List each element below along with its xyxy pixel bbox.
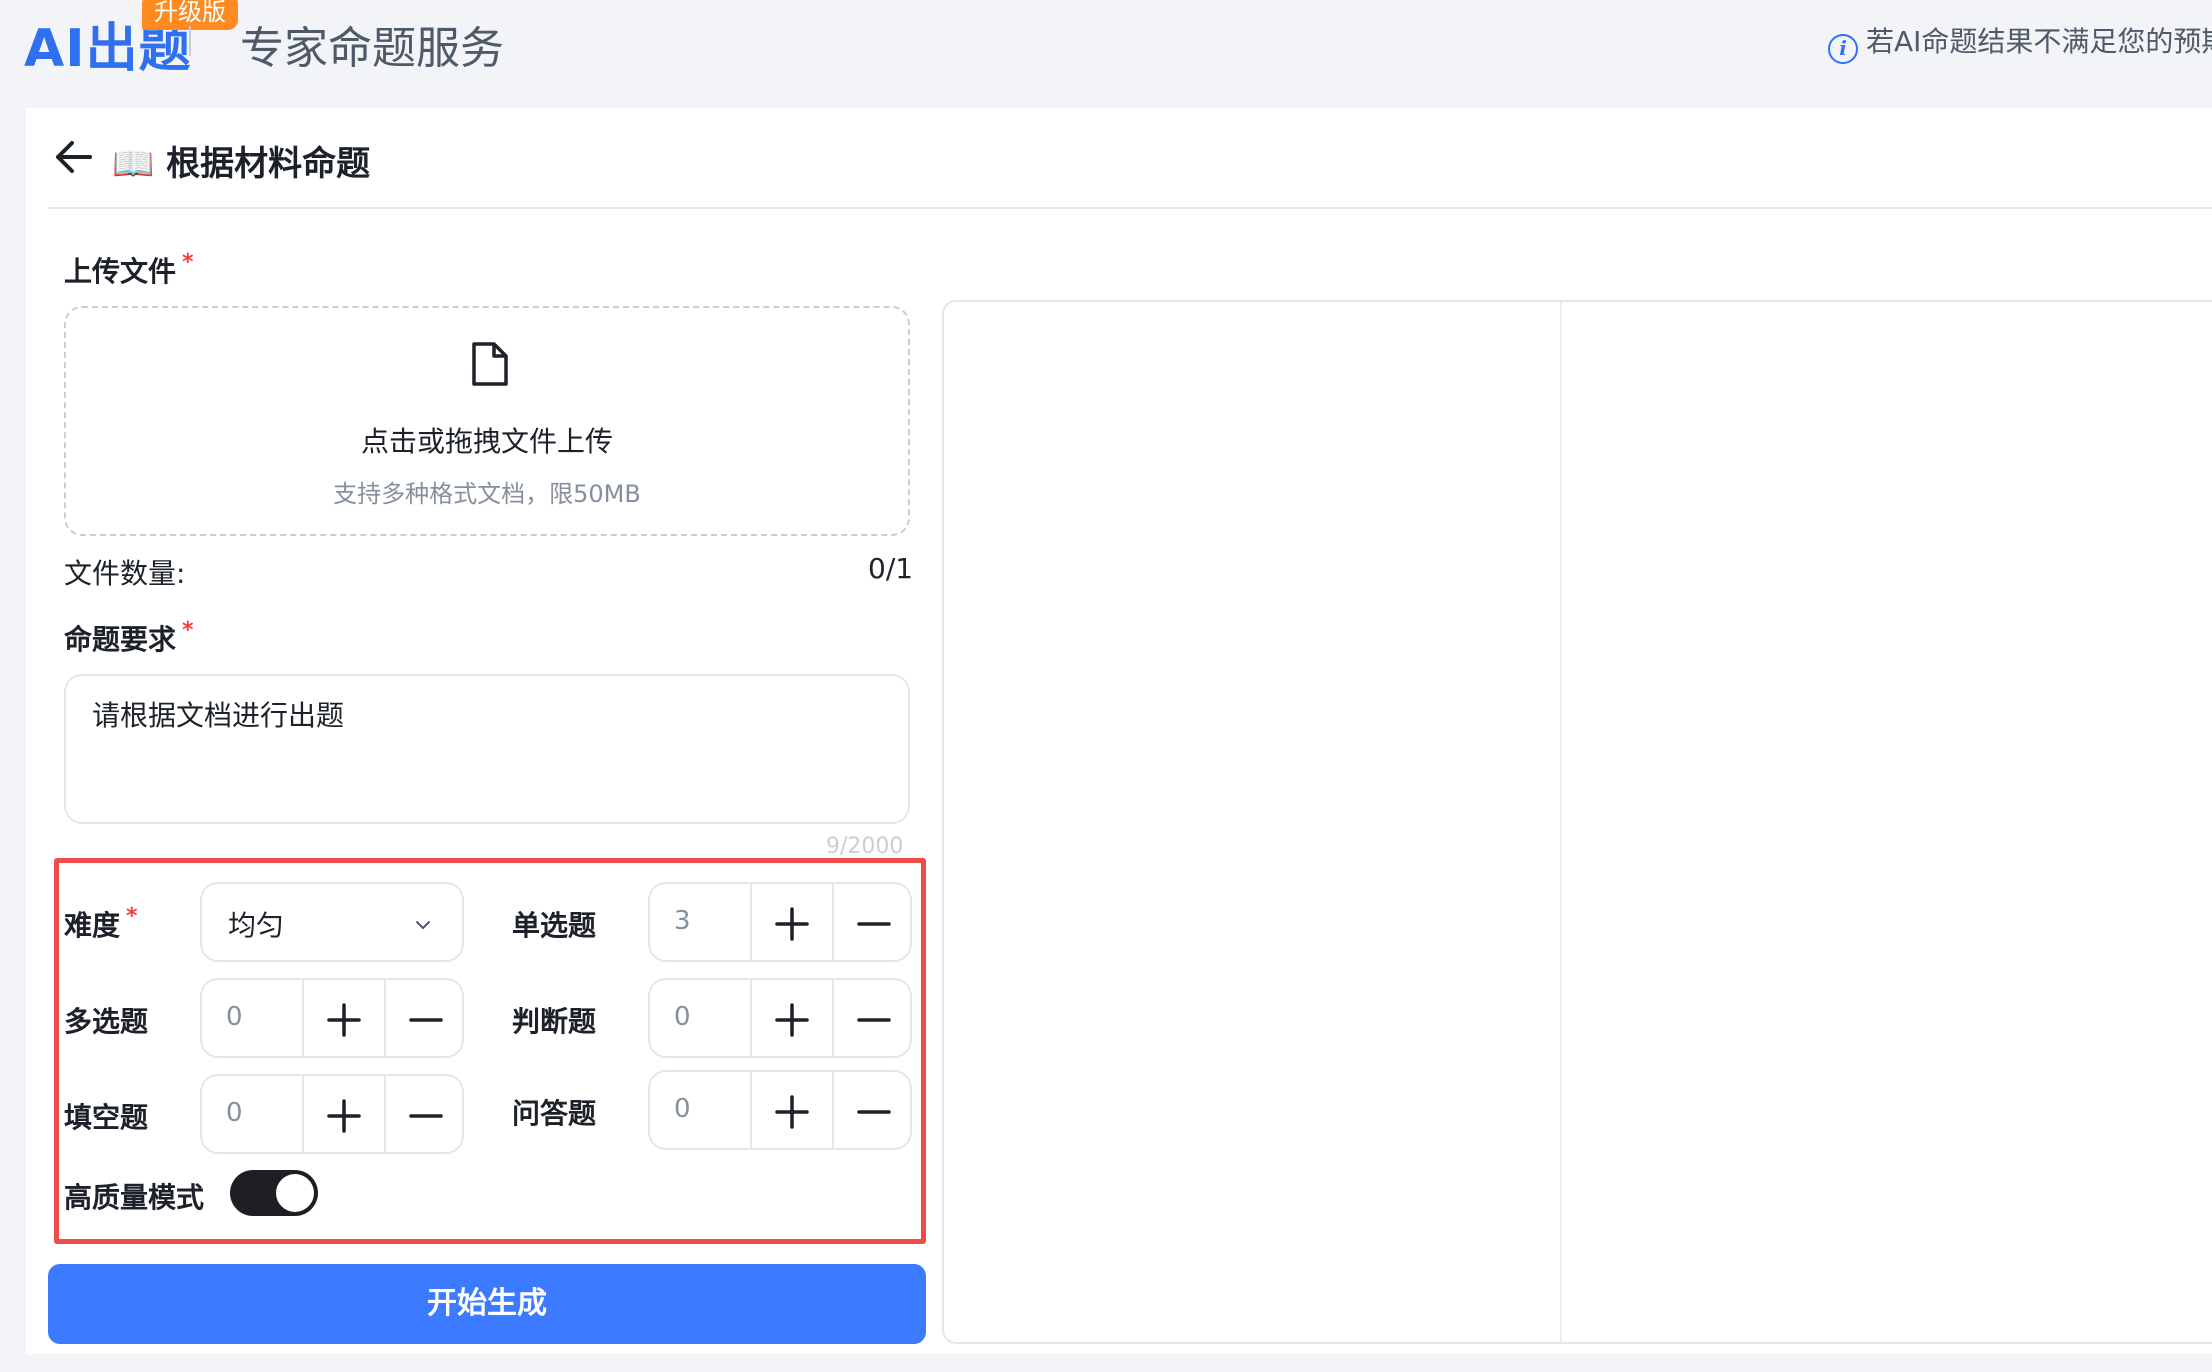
notice-text: 若AI命题结果不满足您的预期 (1866, 25, 2212, 58)
fill-blank-stepper[interactable]: 0 (200, 1074, 464, 1154)
page-title: 📖 根据材料命题 (112, 144, 371, 184)
fill-blank-label: 填空题 (64, 1101, 149, 1134)
high-quality-toggle[interactable] (230, 1170, 318, 1216)
file-upload-dropzone[interactable]: 点击或拖拽文件上传 支持多种格式文档，限50MB (64, 306, 910, 536)
qa-value: 0 (674, 1094, 691, 1124)
title-divider (48, 207, 2212, 209)
high-quality-label: 高质量模式 (64, 1181, 205, 1214)
header-divider (189, 26, 191, 56)
increment-button[interactable] (752, 1072, 832, 1148)
true-false-value: 0 (674, 1002, 691, 1032)
notice-banner[interactable]: i 若AI命题结果不满足您的预期 (1828, 20, 2212, 64)
plus-icon (775, 1095, 809, 1129)
minus-icon (409, 1114, 443, 1118)
preview-divider (1560, 302, 1562, 1342)
qa-label: 问答题 (512, 1097, 597, 1130)
decrement-button[interactable] (386, 1076, 466, 1152)
upload-hint-text: 支持多种格式文档，限50MB (333, 480, 641, 508)
toggle-knob (276, 1174, 314, 1212)
plus-icon (327, 1099, 361, 1133)
upload-label: 上传文件 * (64, 250, 194, 288)
decrement-button[interactable] (834, 980, 914, 1056)
expert-service-link[interactable]: 专家命题服务 (240, 12, 504, 76)
file-count-label: 文件数量: (64, 557, 186, 590)
requirement-label: 命题要求 * (64, 618, 194, 656)
minus-icon (857, 1018, 891, 1022)
decrement-button[interactable] (386, 980, 466, 1056)
plus-icon (327, 1003, 361, 1037)
generate-button[interactable]: 开始生成 (48, 1264, 926, 1344)
minus-icon (409, 1018, 443, 1022)
single-choice-label: 单选题 (512, 909, 597, 942)
increment-button[interactable] (304, 1076, 384, 1152)
plus-icon (775, 1003, 809, 1037)
fill-blank-value: 0 (226, 1098, 243, 1128)
increment-button[interactable] (752, 884, 832, 960)
char-count: 9/2000 (826, 834, 904, 859)
chevron-down-icon (416, 921, 430, 929)
difficulty-select[interactable]: 均匀 (200, 882, 464, 962)
multi-choice-value: 0 (226, 1002, 243, 1032)
increment-button[interactable] (752, 980, 832, 1056)
difficulty-value: 均匀 (228, 909, 285, 942)
true-false-stepper[interactable]: 0 (648, 978, 912, 1058)
single-choice-value: 3 (674, 906, 691, 936)
plus-icon (775, 907, 809, 941)
minus-icon (857, 922, 891, 926)
decrement-button[interactable] (834, 884, 914, 960)
difficulty-label: 难度 * (64, 904, 138, 942)
true-false-label: 判断题 (512, 1005, 597, 1038)
file-icon (472, 342, 508, 386)
multi-choice-label: 多选题 (64, 1005, 149, 1038)
requirement-textarea[interactable]: 请根据文档进行出题 (64, 674, 910, 824)
minus-icon (857, 1110, 891, 1114)
required-mark: * (126, 904, 138, 929)
required-mark: * (182, 250, 194, 275)
arrow-left-icon[interactable] (52, 136, 94, 178)
file-count-value: 0/1 (868, 552, 914, 585)
multi-choice-stepper[interactable]: 0 (200, 978, 464, 1058)
increment-button[interactable] (304, 980, 384, 1056)
qa-stepper[interactable]: 0 (648, 1070, 912, 1150)
required-mark: * (182, 618, 194, 643)
single-choice-stepper[interactable]: 3 (648, 882, 912, 962)
upload-main-text: 点击或拖拽文件上传 (360, 425, 613, 458)
preview-area (942, 300, 2212, 1344)
decrement-button[interactable] (834, 1072, 914, 1148)
info-icon: i (1828, 34, 1858, 64)
